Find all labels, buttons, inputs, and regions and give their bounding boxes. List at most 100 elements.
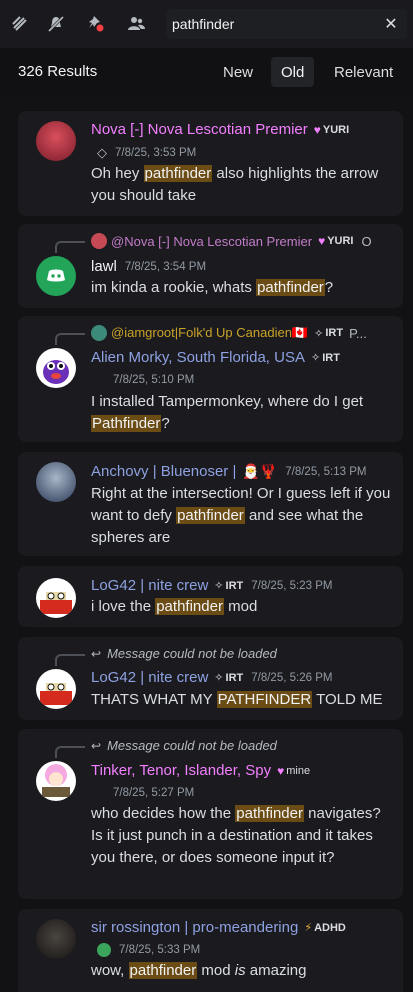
results-header: 326 Results New Old Relevant bbox=[0, 48, 413, 96]
pink-hair-avatar-icon bbox=[42, 764, 70, 797]
text-segment: wow, bbox=[91, 962, 129, 979]
author-name[interactable]: Nova [-] Nova Lescotian Premier bbox=[91, 121, 308, 138]
sort-new-tab[interactable]: New bbox=[213, 57, 263, 87]
members-icon[interactable] bbox=[116, 0, 156, 48]
text-segment: TOLD ME bbox=[312, 691, 383, 708]
sparkle-icon: ✧ bbox=[310, 352, 321, 364]
timestamp: 7/8/25, 5:26 PM bbox=[251, 671, 333, 684]
author-line: Alien Morky, South Florida, USA ✧ IRT bbox=[91, 349, 340, 366]
message-text: i love the pathfinder mod bbox=[91, 596, 391, 618]
avatar[interactable] bbox=[36, 761, 76, 801]
search-highlight: pathfinder bbox=[176, 507, 245, 524]
heart-icon: ♥ bbox=[313, 122, 321, 137]
search-result[interactable]: Nova [-] Nova Lescotian Premier ♥ YURI ◇ … bbox=[18, 111, 403, 216]
author-name[interactable]: Anchovy | Bluenoser | bbox=[91, 463, 236, 480]
timestamp: 7/8/25, 5:23 PM bbox=[251, 579, 333, 592]
message-text: who decides how the pathfinder navigates… bbox=[91, 803, 391, 869]
author-name[interactable]: sir rossington | pro-meandering bbox=[91, 919, 298, 936]
author-name[interactable]: Alien Morky, South Florida, USA bbox=[91, 349, 305, 366]
text-segment: who decides how the bbox=[91, 805, 236, 822]
message-text: im kinda a rookie, whats pathfinder? bbox=[91, 277, 391, 299]
tag-label: IRT bbox=[325, 327, 344, 339]
mute-icon[interactable] bbox=[36, 0, 76, 48]
clear-search-icon[interactable]: ✕ bbox=[381, 14, 401, 34]
text-segment: i love the bbox=[91, 598, 156, 615]
reply-connector bbox=[55, 654, 85, 666]
results-count: 326 Results bbox=[18, 63, 98, 80]
avatar[interactable] bbox=[36, 121, 76, 161]
role-tag: ♥ YURI bbox=[318, 234, 353, 248]
message-text: wow, pathfinder mod is amazing bbox=[91, 960, 391, 982]
avatar[interactable] bbox=[36, 348, 76, 388]
search-highlight: pathfinder bbox=[235, 805, 304, 822]
search-highlight: pathfinder bbox=[256, 279, 325, 296]
avatar[interactable] bbox=[36, 919, 76, 959]
search-result[interactable]: Anchovy | Bluenoser | 🎅🦞 7/8/25, 5:13 PM… bbox=[18, 452, 403, 556]
reply-unavailable: Message could not be loaded bbox=[107, 646, 277, 661]
reply-preview[interactable]: @Nova [-] Nova Lescotian Premier ♥ YURI O bbox=[91, 233, 372, 249]
role-tag: ✧ IRT bbox=[310, 351, 340, 365]
search-result[interactable]: @Nova [-] Nova Lescotian Premier ♥ YURI O… bbox=[18, 224, 403, 308]
tag-label: mine bbox=[286, 764, 311, 777]
reply-preview: ↩ Message could not be loaded bbox=[91, 646, 277, 661]
search-result[interactable]: ↩ Message could not be loaded Tinker, Te… bbox=[18, 729, 403, 899]
sparkle-icon: ✧ bbox=[314, 327, 324, 340]
author-line: lawl 7/8/25, 3:54 PM bbox=[91, 258, 206, 275]
reply-unavailable: Message could not be loaded bbox=[107, 738, 277, 753]
role-tag: ♥ mine bbox=[277, 764, 310, 778]
text-segment: Oh hey bbox=[91, 165, 144, 182]
text-segment: ? bbox=[324, 279, 334, 296]
avatar bbox=[91, 325, 107, 341]
text-segment: amazing bbox=[245, 962, 307, 979]
search-result[interactable]: sir rossington | pro-meandering ⚡ ADHD 7/… bbox=[18, 909, 403, 992]
globe-icon bbox=[97, 943, 111, 957]
author-name[interactable]: Tinker, Tenor, Islander, Spy bbox=[91, 762, 271, 779]
tag-label: YURI bbox=[327, 235, 354, 247]
avatar bbox=[91, 233, 107, 249]
reply-preview[interactable]: @iamgroot|Folk'd Up Canadien🇨🇦 ✧ IRT P... bbox=[91, 325, 367, 341]
author-name[interactable]: LoG42 | nite crew bbox=[91, 669, 208, 686]
tag-label: YURI bbox=[322, 123, 350, 136]
emoji-decoration: 🎅🦞 bbox=[242, 463, 278, 479]
reply-overflow: O bbox=[361, 233, 372, 249]
search-result[interactable]: @iamgroot|Folk'd Up Canadien🇨🇦 ✧ IRT P...… bbox=[18, 316, 403, 442]
search-result[interactable]: LoG42 | nite crew ✧ IRT 7/8/25, 5:23 PM i… bbox=[18, 566, 403, 627]
search-result[interactable]: ↩ Message could not be loaded LoG42 | ni… bbox=[18, 637, 403, 720]
reply-author: @Nova [-] Nova Lescotian Premier bbox=[111, 233, 313, 249]
reply-connector bbox=[55, 241, 85, 253]
sort-relevant-tab[interactable]: Relevant bbox=[324, 57, 403, 87]
text-segment: mod bbox=[223, 598, 258, 615]
author-name[interactable]: LoG42 | nite crew bbox=[91, 577, 208, 594]
discord-logo-icon bbox=[47, 269, 65, 282]
author-line: Nova [-] Nova Lescotian Premier ♥ YURI bbox=[91, 121, 349, 138]
text-segment: is bbox=[234, 962, 246, 979]
avatar[interactable] bbox=[36, 578, 76, 618]
avatar[interactable] bbox=[36, 256, 76, 296]
author-line: Anchovy | Bluenoser | 🎅🦞 7/8/25, 5:13 PM bbox=[91, 463, 366, 480]
author-line: sir rossington | pro-meandering ⚡ ADHD bbox=[91, 919, 346, 936]
threads-icon[interactable] bbox=[0, 0, 40, 48]
message-text: I installed Tampermonkey, where do I get… bbox=[91, 391, 391, 435]
avatar[interactable] bbox=[36, 669, 76, 709]
diamond-icon: ◇ bbox=[97, 145, 107, 160]
search-highlight: pathfinder bbox=[155, 598, 224, 615]
polandball-avatar-icon bbox=[40, 683, 72, 705]
tag-label: IRT bbox=[225, 671, 244, 684]
message-text: Oh hey pathfinder also highlights the ar… bbox=[91, 163, 391, 207]
heart-icon: ♥ bbox=[318, 234, 326, 248]
sparkle-icon: ✧ bbox=[214, 580, 224, 592]
sort-old-tab[interactable]: Old bbox=[271, 57, 315, 87]
timestamp: 7/8/25, 5:13 PM bbox=[285, 465, 367, 478]
avatar[interactable] bbox=[36, 462, 76, 502]
author-name[interactable]: lawl bbox=[91, 258, 117, 275]
reply-connector bbox=[55, 333, 85, 345]
pin-icon[interactable] bbox=[76, 0, 116, 48]
polandball-avatar-icon bbox=[40, 592, 72, 614]
search-input[interactable] bbox=[172, 16, 372, 32]
search-highlight: pathfinder bbox=[128, 962, 198, 979]
timestamp: 7/8/25, 3:53 PM bbox=[115, 147, 197, 159]
reply-overflow: P... bbox=[349, 325, 367, 341]
search-field[interactable]: ✕ bbox=[166, 9, 407, 39]
text-segment: THATS WHAT MY bbox=[91, 691, 217, 708]
text-segment: ? bbox=[161, 415, 170, 432]
